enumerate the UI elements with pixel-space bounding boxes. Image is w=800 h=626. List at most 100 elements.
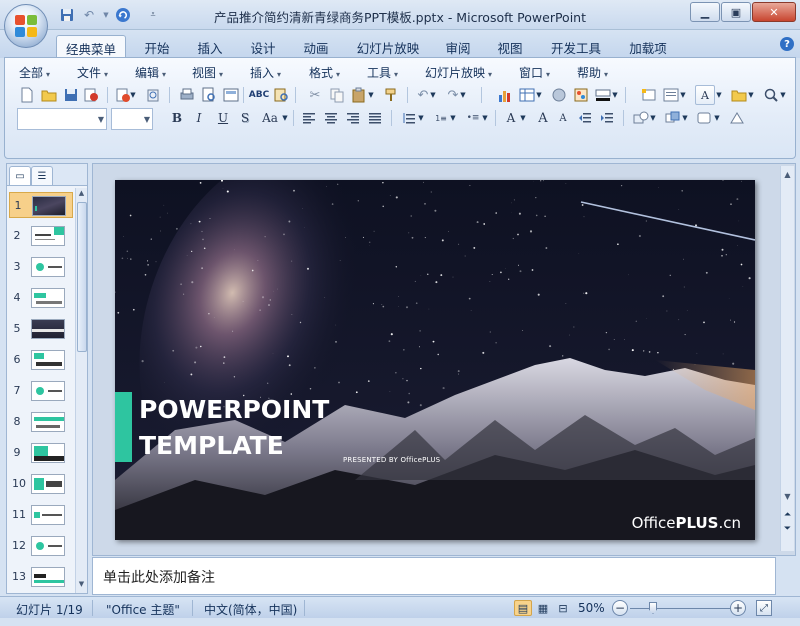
presented-by-text[interactable]: PRESENTED BY OfficePLUS: [343, 456, 440, 464]
slide-thumbnail-12[interactable]: 12: [9, 533, 73, 559]
increase-indent-icon[interactable]: [597, 108, 617, 128]
slide-thumbnail-10[interactable]: 10: [9, 471, 73, 497]
menu-insert[interactable]: 插入 ▾: [250, 64, 281, 81]
slide-thumbnail-1[interactable]: 1: [9, 192, 73, 218]
tab-design[interactable]: 设计: [243, 35, 283, 58]
copy-icon[interactable]: [327, 85, 347, 105]
slide-scrollbar[interactable]: ▲ ▼ ⏶ ⏷: [780, 166, 794, 551]
tab-review[interactable]: 审阅: [438, 35, 478, 58]
print-preview-icon[interactable]: [199, 85, 219, 105]
permission-icon[interactable]: [81, 85, 101, 105]
tab-developer[interactable]: 开发工具: [544, 35, 608, 58]
change-case-button[interactable]: Aa: [259, 108, 281, 128]
outline-tab[interactable]: ☰: [31, 166, 53, 185]
dropdown-arrow-icon[interactable]: ▼: [281, 108, 289, 128]
line-color-icon[interactable]: [593, 85, 613, 105]
menu-file[interactable]: 文件 ▾: [77, 64, 108, 81]
insert-chart-icon[interactable]: [495, 85, 515, 105]
slide-thumbnail-4[interactable]: 4: [9, 285, 73, 311]
shrink-font-button[interactable]: A: [553, 108, 573, 128]
new-slide-icon[interactable]: [639, 85, 659, 105]
font-name-combo[interactable]: ▼: [17, 108, 107, 130]
theme-name[interactable]: "Office 主题": [106, 601, 180, 618]
menu-format[interactable]: 格式 ▾: [309, 64, 340, 81]
dropdown-arrow-icon[interactable]: ▼: [519, 108, 527, 128]
zoom-level[interactable]: 50%: [578, 601, 605, 615]
attach-icon[interactable]: [143, 85, 163, 105]
slide-thumbnail-3[interactable]: 3: [9, 254, 73, 280]
slides-tab[interactable]: ▭: [9, 166, 31, 185]
dropdown-arrow-icon[interactable]: ▼: [417, 108, 425, 128]
dropdown-arrow-icon[interactable]: ▼: [535, 85, 543, 105]
dropdown-arrow-icon[interactable]: ▼: [779, 85, 787, 105]
shapes-icon[interactable]: [631, 108, 651, 128]
cut-icon[interactable]: ✂: [305, 85, 325, 105]
justify-icon[interactable]: [365, 108, 385, 128]
text-box-icon[interactable]: A: [695, 85, 715, 105]
numbering-icon[interactable]: 1≡: [431, 108, 451, 128]
line-spacing-icon[interactable]: [399, 108, 419, 128]
scroll-down-icon[interactable]: ▼: [781, 492, 794, 501]
scroll-down-icon[interactable]: ▼: [76, 580, 87, 592]
print-icon[interactable]: [177, 85, 197, 105]
tab-add-ins[interactable]: 加载项: [622, 35, 674, 58]
font-size-combo[interactable]: ▼: [111, 108, 153, 130]
tab-insert[interactable]: 插入: [190, 35, 230, 58]
notes-pane[interactable]: 单击此处添加备注: [92, 557, 776, 595]
dropdown-arrow-icon[interactable]: ▼: [713, 108, 721, 128]
slide-thumbnail-7[interactable]: 7: [9, 378, 73, 404]
dropdown-arrow-icon[interactable]: ▼: [649, 108, 657, 128]
tab-classic-menu[interactable]: 经典菜单: [56, 35, 126, 58]
arrange-icon[interactable]: [663, 108, 683, 128]
menu-slide-show[interactable]: 幻灯片放映 ▾: [425, 64, 492, 81]
new-file-icon[interactable]: [17, 85, 37, 105]
tab-home[interactable]: 开始: [137, 35, 177, 58]
slide-show-view-button[interactable]: ⊟: [554, 600, 572, 616]
zoom-in-button[interactable]: +: [730, 600, 746, 616]
decrease-indent-icon[interactable]: [575, 108, 595, 128]
italic-button[interactable]: I: [189, 108, 209, 128]
open-folder-icon[interactable]: [39, 85, 59, 105]
next-slide-icon[interactable]: ⏷: [781, 524, 794, 534]
slide-layout-icon[interactable]: [221, 85, 241, 105]
dropdown-arrow-icon[interactable]: ▼: [481, 108, 489, 128]
shape-outline-icon[interactable]: [727, 108, 747, 128]
slide-canvas[interactable]: POWERPOINT TEMPLATE PRESENTED BY OfficeP…: [115, 180, 755, 540]
bold-button[interactable]: B: [167, 108, 187, 128]
maximize-button[interactable]: ▣: [721, 2, 751, 22]
align-left-icon[interactable]: [299, 108, 319, 128]
slide-thumbnail-9[interactable]: 9: [9, 440, 73, 466]
slide-thumbnail-6[interactable]: 6: [9, 347, 73, 373]
previous-slide-icon[interactable]: ⏶: [781, 510, 794, 520]
slide-title[interactable]: POWERPOINT TEMPLATE: [139, 392, 329, 464]
shadow-button[interactable]: S: [235, 108, 255, 128]
scroll-up-icon[interactable]: ▲: [781, 170, 794, 179]
insert-table-icon[interactable]: [517, 85, 537, 105]
menu-tools[interactable]: 工具 ▾: [367, 64, 398, 81]
search-icon[interactable]: [761, 85, 781, 105]
zoom-out-button[interactable]: −: [612, 600, 628, 616]
menu-window[interactable]: 窗口 ▾: [519, 64, 550, 81]
underline-button[interactable]: U: [213, 108, 233, 128]
open-folder-icon[interactable]: [729, 85, 749, 105]
tab-view[interactable]: 视图: [490, 35, 530, 58]
dropdown-arrow-icon[interactable]: ▼: [681, 108, 689, 128]
normal-view-button[interactable]: ▤: [514, 600, 532, 616]
scroll-up-icon[interactable]: ▲: [76, 189, 87, 201]
minimize-button[interactable]: ▁: [690, 2, 720, 22]
clip-art-icon[interactable]: [549, 85, 569, 105]
notes-placeholder[interactable]: 单击此处添加备注: [103, 567, 215, 587]
slide-thumbnail-13[interactable]: 13: [9, 564, 73, 590]
fit-to-window-button[interactable]: ⤢: [756, 600, 772, 616]
scrollbar-thumb[interactable]: [77, 202, 87, 352]
dropdown-arrow-icon[interactable]: ▼: [367, 85, 375, 105]
slides-pane-scrollbar[interactable]: ▲ ▼: [75, 188, 87, 593]
tab-animations[interactable]: 动画: [296, 35, 336, 58]
tab-slide-show[interactable]: 幻灯片放映: [350, 35, 426, 58]
spelling-icon[interactable]: ABC: [249, 85, 269, 105]
zoom-slider-thumb[interactable]: [649, 602, 657, 614]
layout-icon[interactable]: [661, 85, 681, 105]
menu-all[interactable]: 全部 ▾: [19, 64, 50, 81]
close-button[interactable]: ✕: [752, 2, 796, 22]
insert-picture-icon[interactable]: [571, 85, 591, 105]
